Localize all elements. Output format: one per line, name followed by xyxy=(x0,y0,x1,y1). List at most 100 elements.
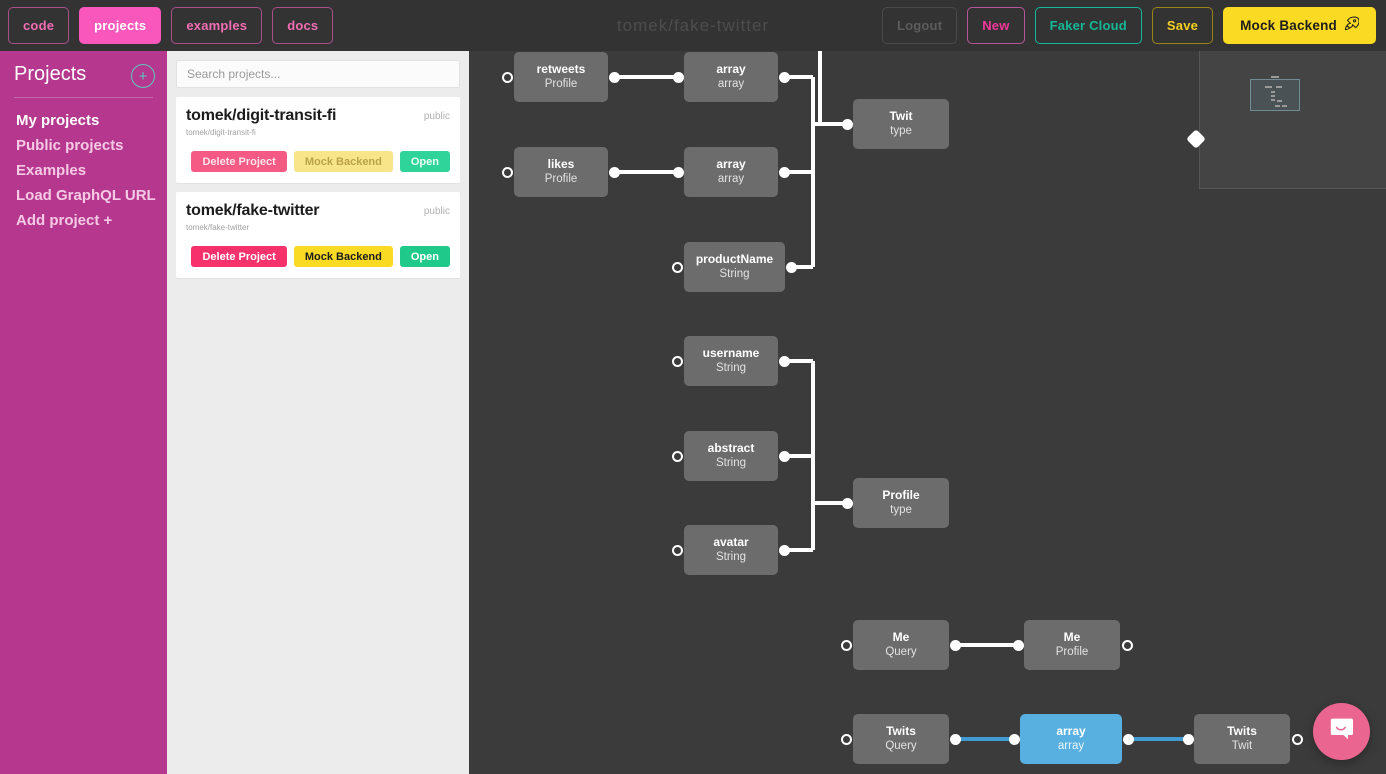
graph-node-array2[interactable]: array array xyxy=(684,147,778,197)
graph-node-twit[interactable]: Twit type xyxy=(853,99,949,149)
save-button[interactable]: Save xyxy=(1151,7,1214,44)
node-output-port-abstract[interactable] xyxy=(778,450,790,462)
top-bar: tomek/fake-twitter code projects example… xyxy=(0,0,1386,51)
mock-backend-button[interactable]: Mock Backend xyxy=(1223,7,1376,44)
node-name: Twits xyxy=(886,724,916,739)
edge-segment xyxy=(955,643,1018,647)
node-name: username xyxy=(702,346,760,361)
nav-projects[interactable]: projects xyxy=(79,7,162,44)
node-input-port-productName[interactable] xyxy=(671,261,683,273)
node-name: array xyxy=(716,62,746,77)
project-card-fake-twitter[interactable]: tomek/fake-twitter tomek/fake-twitter pu… xyxy=(176,192,460,278)
sidebar-item-add-project[interactable]: Add project + xyxy=(4,208,167,233)
node-name: array xyxy=(716,157,746,172)
project-card-digit-transit-fi[interactable]: tomek/digit-transit-fi tomek/digit-trans… xyxy=(176,97,460,183)
node-type: Query xyxy=(885,646,917,659)
sidebar-item-public-projects[interactable]: Public projects xyxy=(4,133,167,158)
nav-docs[interactable]: docs xyxy=(272,7,334,44)
node-output-port-twitsQuery[interactable] xyxy=(949,733,961,745)
app-root: tomek/fake-twitter code projects example… xyxy=(0,0,1386,774)
graph-node-likes[interactable]: likes Profile xyxy=(514,147,608,197)
node-output-port-retweets[interactable] xyxy=(608,71,620,83)
node-input-port-username[interactable] xyxy=(671,355,683,367)
node-input-port-abstract[interactable] xyxy=(671,450,683,462)
node-output-port-meQuery[interactable] xyxy=(949,639,961,651)
graph-node-twitsQuery[interactable]: Twits Query xyxy=(853,714,949,764)
node-output-port-avatar[interactable] xyxy=(778,544,790,556)
mock-backend-button[interactable]: Mock Backend xyxy=(293,151,393,172)
mock-backend-button[interactable]: Mock Backend xyxy=(293,246,393,267)
node-output-port-likes[interactable] xyxy=(608,166,620,178)
node-input-port-twitsTwit[interactable] xyxy=(1182,733,1194,745)
projects-sidebar: Projects + My projects Public projects E… xyxy=(0,51,167,774)
project-name: tomek/fake-twitter xyxy=(186,202,320,219)
minimap-panel[interactable] xyxy=(1186,51,1386,189)
node-name: Profile xyxy=(882,488,920,503)
main-nav: code projects examples docs xyxy=(8,7,334,44)
rocket-icon xyxy=(1344,16,1360,33)
node-output-port-array2[interactable] xyxy=(778,166,790,178)
delete-project-button[interactable]: Delete Project xyxy=(191,151,287,172)
project-subtitle: tomek/fake-twitter xyxy=(186,223,250,232)
project-card-actions: Delete Project Mock Backend Open xyxy=(186,246,450,267)
graph-node-retweets[interactable]: retweets Profile xyxy=(514,52,608,102)
new-button[interactable]: New xyxy=(967,7,1025,44)
node-output-port-twitsTwit[interactable] xyxy=(1291,733,1303,745)
project-card-actions: Delete Project Mock Backend Open xyxy=(186,151,450,172)
logout-button[interactable]: Logout xyxy=(881,7,958,44)
graph-node-profile[interactable]: Profile type xyxy=(853,478,949,528)
node-output-port-productName[interactable] xyxy=(785,261,797,273)
node-type: array xyxy=(717,78,745,91)
graph-node-array1[interactable]: array array xyxy=(684,52,778,102)
node-type: array xyxy=(717,173,745,186)
graph-node-productName[interactable]: productName String xyxy=(684,242,785,292)
node-input-port-retweets[interactable] xyxy=(501,71,513,83)
sidebar-item-my-projects[interactable]: My projects xyxy=(4,108,167,133)
node-output-port-arraySel[interactable] xyxy=(1122,733,1134,745)
node-input-port-array2[interactable] xyxy=(672,166,684,178)
add-project-icon[interactable]: + xyxy=(131,64,155,88)
node-type: String xyxy=(715,457,747,470)
graph-node-avatar[interactable]: avatar String xyxy=(684,525,778,575)
node-output-port-meProfile[interactable] xyxy=(1121,639,1133,651)
node-input-port-twitsQuery[interactable] xyxy=(840,733,852,745)
node-input-port-profile[interactable] xyxy=(841,497,853,509)
node-type: type xyxy=(890,504,912,517)
node-input-port-meQuery[interactable] xyxy=(840,639,852,651)
node-input-port-meProfile[interactable] xyxy=(1012,639,1024,651)
search-container xyxy=(167,51,469,88)
node-output-port-array1[interactable] xyxy=(778,71,790,83)
node-input-port-arraySel[interactable] xyxy=(1008,733,1020,745)
sidebar-item-load-graphql-url[interactable]: Load GraphQL URL xyxy=(4,183,167,208)
graph-node-meProfile[interactable]: Me Profile xyxy=(1024,620,1120,670)
node-name: likes xyxy=(547,157,575,172)
node-name: Twits xyxy=(1227,724,1257,739)
node-name: abstract xyxy=(707,441,755,456)
sidebar-item-examples[interactable]: Examples xyxy=(4,158,167,183)
node-type: Query xyxy=(885,740,917,753)
graph-node-twitsTwit[interactable]: Twits Twit xyxy=(1194,714,1290,764)
graph-node-meQuery[interactable]: Me Query xyxy=(853,620,949,670)
faker-cloud-button[interactable]: Faker Cloud xyxy=(1034,7,1142,44)
node-input-port-twit[interactable] xyxy=(841,118,853,130)
top-bar-actions: Logout New Faker Cloud Save Mock Backend xyxy=(881,7,1376,44)
delete-project-button[interactable]: Delete Project xyxy=(191,246,287,267)
node-output-port-username[interactable] xyxy=(778,355,790,367)
node-input-port-likes[interactable] xyxy=(501,166,513,178)
nav-code[interactable]: code xyxy=(8,7,70,44)
project-subtitle: tomek/digit-transit-fi xyxy=(186,128,256,137)
intercom-launcher-button[interactable] xyxy=(1313,703,1370,760)
search-input[interactable] xyxy=(176,60,460,88)
node-name: Twit xyxy=(889,109,913,124)
graph-node-abstract[interactable]: abstract String xyxy=(684,431,778,481)
open-project-button[interactable]: Open xyxy=(399,151,450,172)
edge-segment xyxy=(955,737,1014,741)
minimap-viewport[interactable] xyxy=(1250,76,1300,111)
node-input-port-avatar[interactable] xyxy=(671,544,683,556)
graph-node-username[interactable]: username String xyxy=(684,336,778,386)
node-input-port-array1[interactable] xyxy=(672,71,684,83)
project-card-titles: tomek/fake-twitter tomek/fake-twitter xyxy=(186,202,320,232)
open-project-button[interactable]: Open xyxy=(399,246,450,267)
graph-node-arraySel[interactable]: array array xyxy=(1020,714,1122,764)
nav-examples[interactable]: examples xyxy=(171,7,263,44)
